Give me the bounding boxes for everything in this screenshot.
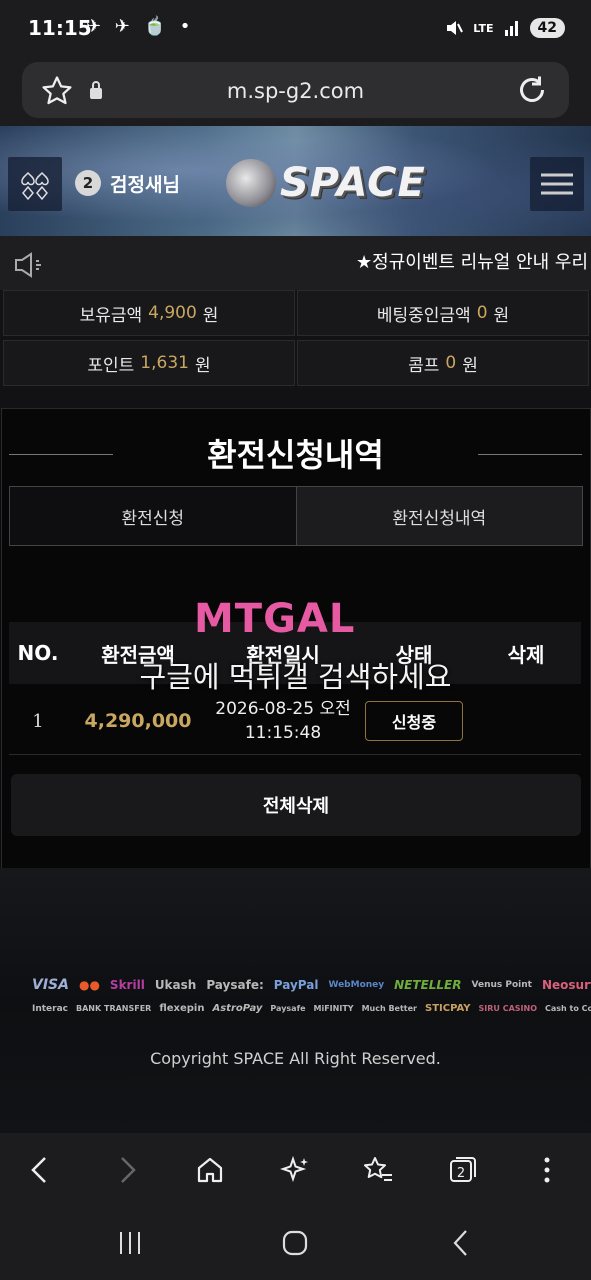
svg-text:2: 2 [457,1166,465,1181]
hamburger-menu-button[interactable] [530,157,584,211]
row-datetime: 2026-08-25 오전 11:15:48 [209,697,357,745]
tabs-icon: 2 [450,1157,476,1182]
lock-icon [90,81,102,99]
payment-logo: AstroPay [212,1003,263,1014]
delete-all-button[interactable]: 전체삭제 [11,774,581,836]
forward-button[interactable] [107,1150,147,1190]
payment-logo: Much Better [361,1004,417,1013]
bookmark-star-icon[interactable] [40,74,74,108]
point-value: 1,631 [140,353,189,373]
divider [9,754,581,755]
chevron-right-icon [121,1157,136,1183]
payment-logo: Paysafe: [206,978,264,992]
reload-icon[interactable] [514,72,550,108]
signal-icon [504,21,518,36]
payment-logo: VISA [32,977,69,993]
row-date: 2026-08-25 오전 [215,699,351,719]
astronaut-helmet-icon [226,159,276,207]
point-balance: 포인트 1,631 원 [3,340,295,386]
payment-logo: WebMoney [328,980,385,990]
payment-logo: NETELLER [394,978,462,992]
home-circle-icon[interactable] [281,1229,309,1257]
site-logo[interactable]: SPACE [280,160,426,206]
chevron-left-icon [31,1157,46,1183]
battery-indicator: 42 [529,18,565,38]
bookmarks-button[interactable] [358,1150,398,1190]
row-time: 11:15:48 [244,723,322,743]
status-badge: 신청중 [364,701,464,741]
status-time: 11:15 [28,16,92,40]
star-list-icon [364,1157,392,1181]
comp-value: 0 [445,353,457,373]
payment-logo: BANK TRANSFER [76,1004,152,1013]
table-row: 1 4,290,000 2026-08-25 오전 11:15:48 신청중 [9,690,581,752]
payment-logo: Ukash [154,978,197,992]
notice-ticker[interactable]: ★정규이벤트 리뉴얼 안내 우리 [356,248,588,274]
system-status-icons: LTE 42 [445,16,565,40]
home-button[interactable] [190,1150,230,1190]
notification-icons: ✈ ✈ 🍵 • [86,16,195,37]
payment-logo: PayPal [273,978,319,992]
payment-logo: Skrill [109,978,145,992]
system-back-icon[interactable] [450,1228,472,1258]
payment-logo: flexepin [159,1003,205,1014]
recent-apps-icon[interactable] [116,1230,144,1256]
tabs-button[interactable]: 2 [443,1150,483,1190]
betting-label: 베팅중인금액 [376,305,471,326]
more-menu-button[interactable] [527,1150,567,1190]
game-menu-button[interactable] [8,157,62,211]
hamburger-icon [541,173,573,195]
mute-icon [447,21,464,35]
network-label: LTE [473,21,494,35]
unit: 원 [462,355,478,376]
payment-logos-row-2: Interac BANK TRANSFER flexepin AstroPay … [32,1003,591,1014]
payment-logo: Interac [32,1003,69,1014]
watermark-logo-text: MTGAL [194,596,356,642]
unit: 원 [202,305,219,326]
unit: 원 [194,355,211,376]
watermark-logo: MTGAL [194,596,355,642]
payment-logo: MiFINITY [313,1004,354,1013]
sparkle-icon [280,1155,308,1183]
comp-label: 콤프 [408,355,440,376]
payment-logo: Paysafe [270,1004,306,1013]
betting-value: 0 [476,303,488,323]
payment-logo: Venus Point [471,980,532,990]
tab-bar: 환전신청 환전신청내역 [9,486,583,546]
more-vertical-icon [544,1157,550,1183]
unit: 원 [493,305,510,326]
row-amount: 4,290,000 [84,710,192,732]
betting-balance: 베팅중인금액 0 원 [297,290,589,336]
holding-label: 보유금액 [79,305,143,326]
row-status: 신청중 [357,701,471,741]
home-icon [197,1157,223,1183]
payment-logos-row-1: VISA ●● Skrill Ukash Paysafe: PayPal Web… [32,977,591,993]
holding-value: 4,900 [148,303,197,323]
copyright-text: Copyright SPACE All Right Reserved. [150,1049,441,1068]
payment-logo: STICPAY [425,1003,471,1014]
row-no: 1 [32,710,44,732]
back-button[interactable] [20,1150,60,1190]
payment-logo: Neosurf [541,978,591,992]
user-name[interactable]: 검정새님 [110,170,180,197]
tab-withdraw-history[interactable]: 환전신청내역 [296,487,582,545]
footer [0,868,591,1133]
speaker-icon [15,252,41,278]
comp-balance: 콤프 0 원 [297,340,589,386]
user-level-badge: 2 [75,170,101,196]
payment-logo: ●● [78,978,100,992]
cards-suit-icon [21,171,49,201]
point-label: 포인트 [87,355,135,376]
page-title: 환전신청내역 [207,436,384,474]
payment-logo: Cash to Code [545,1004,591,1013]
holding-balance: 보유금액 4,900 원 [3,290,295,336]
payment-logo: SIRU CASINO [478,1004,538,1013]
watermark-text: 구글에 먹튀갤 검색하세요 [139,660,452,694]
tab-withdraw-request[interactable]: 환전신청 [10,487,297,545]
ai-assist-button[interactable] [275,1150,315,1190]
